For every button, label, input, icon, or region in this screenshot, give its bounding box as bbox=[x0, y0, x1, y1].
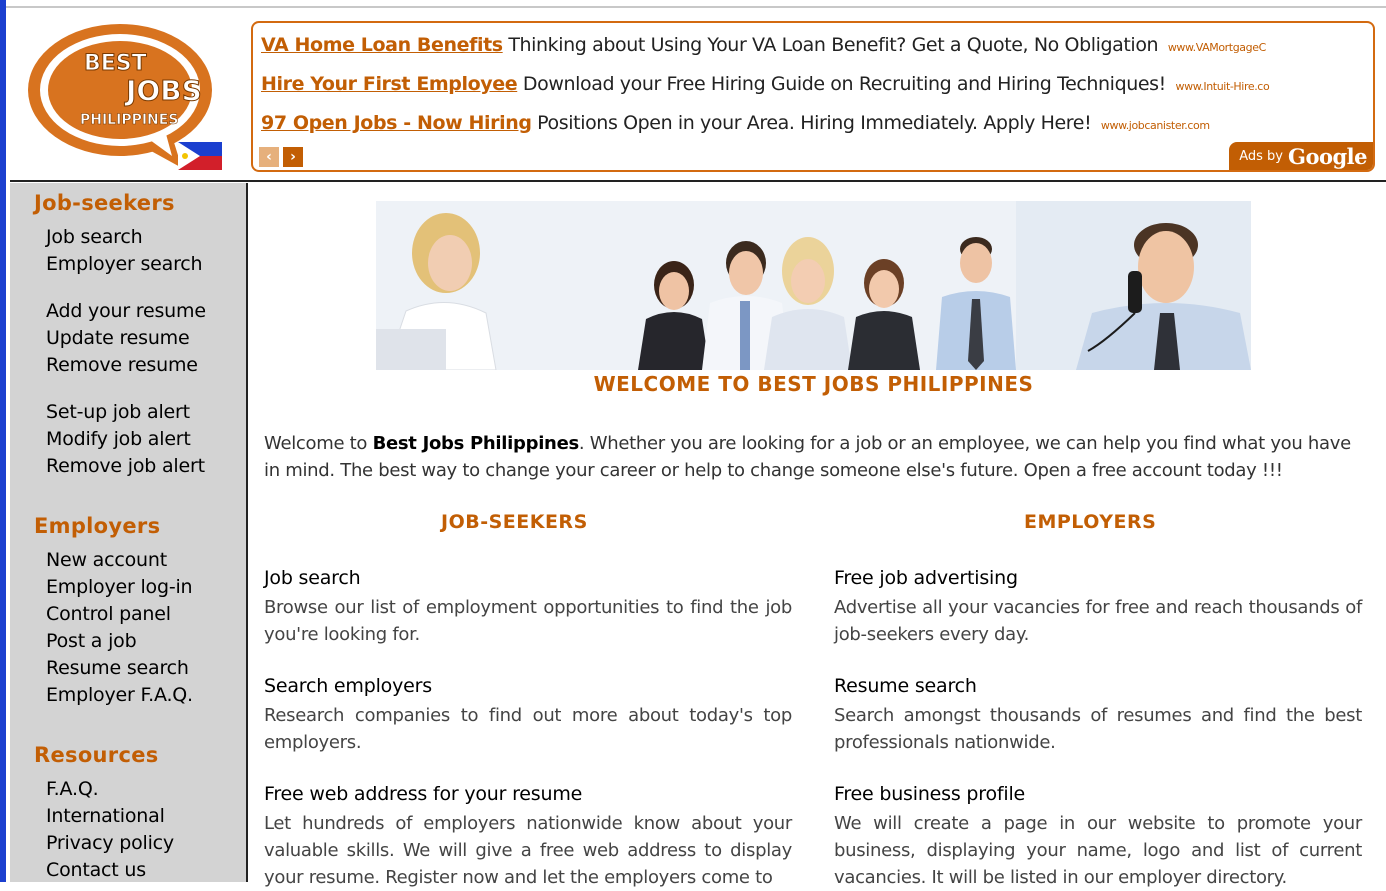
ad-item[interactable]: VA Home Loan Benefits Thinking about Usi… bbox=[261, 34, 1266, 60]
sidebar-item-new-account[interactable]: New account bbox=[46, 549, 167, 571]
business-people-photo-icon bbox=[376, 201, 1251, 370]
intro-paragraph: Welcome to Best Jobs Philippines. Whethe… bbox=[264, 430, 1364, 484]
sidebar-item-employer-search[interactable]: Employer search bbox=[46, 253, 203, 275]
sidebar-item-remove-resume[interactable]: Remove resume bbox=[46, 354, 198, 376]
sidebar-item-faq[interactable]: F.A.Q. bbox=[46, 778, 99, 800]
page-title: WELCOME TO BEST JOBS PHILIPPINES bbox=[593, 372, 1034, 396]
sidebar-heading-employers: Employers bbox=[34, 514, 161, 538]
feature-title-free-web-address[interactable]: Free web address for your resume bbox=[264, 783, 582, 805]
sidebar-item-setup-job-alert[interactable]: Set-up job alert bbox=[46, 401, 190, 423]
ad-text: Positions Open in your Area. Hiring Imme… bbox=[537, 112, 1092, 134]
feature-title-resume-search[interactable]: Resume search bbox=[834, 675, 977, 697]
logo-jobs: JOBS bbox=[124, 74, 202, 107]
ad-url-link[interactable]: www.jobcanister.com bbox=[1101, 119, 1210, 132]
ad-navigation: ‹ › bbox=[259, 147, 303, 167]
ads-by-label: Ads by bbox=[1239, 148, 1284, 164]
sidebar-item-post-job[interactable]: Post a job bbox=[46, 630, 137, 652]
sidebar-item-control-panel[interactable]: Control panel bbox=[46, 603, 171, 625]
ads-by-google-badge[interactable]: Ads by Google bbox=[1229, 142, 1373, 170]
chevron-right-icon[interactable]: › bbox=[283, 147, 303, 167]
feature-desc-free-business-profile: We will create a page in our website to … bbox=[834, 813, 1362, 888]
ad-url-link[interactable]: www.VAMortgageC bbox=[1168, 41, 1266, 54]
sidebar-item-international[interactable]: International bbox=[46, 805, 165, 827]
feature-desc-resume-search: Search amongst thousands of resumes and … bbox=[834, 705, 1362, 753]
sidebar-item-update-resume[interactable]: Update resume bbox=[46, 327, 190, 349]
philippine-flag-icon bbox=[178, 142, 222, 170]
ad-item[interactable]: 97 Open Jobs - Now Hiring Positions Open… bbox=[261, 112, 1210, 138]
site-logo[interactable]: BEST JOBS PHILIPPINES bbox=[22, 18, 232, 178]
sidebar-heading-jobseekers: Job-seekers bbox=[34, 191, 175, 215]
sidebar-heading-resources: Resources bbox=[34, 743, 159, 767]
top-border bbox=[0, 6, 1386, 8]
sidebar-nav: Job-seekers Job search Employer search A… bbox=[10, 183, 248, 882]
sidebar-item-resume-search[interactable]: Resume search bbox=[46, 657, 189, 679]
header-divider bbox=[10, 180, 1386, 182]
ad-text: Thinking about Using Your VA Loan Benefi… bbox=[508, 34, 1159, 56]
chevron-left-icon[interactable]: ‹ bbox=[259, 147, 279, 167]
feature-desc-free-job-advertising: Advertise all your vacancies for free an… bbox=[834, 597, 1362, 645]
feature-title-search-employers[interactable]: Search employers bbox=[264, 675, 432, 697]
feature-desc-job-search: Browse our list of employment opportunit… bbox=[264, 597, 792, 645]
sidebar-item-employer-login[interactable]: Employer log-in bbox=[46, 576, 193, 598]
feature-desc-free-web-address: Let hundreds of employers nationwide kno… bbox=[264, 813, 792, 888]
intro-text-pre: Welcome to bbox=[264, 433, 373, 454]
sidebar-item-remove-job-alert[interactable]: Remove job alert bbox=[46, 455, 205, 477]
feature-title-job-search[interactable]: Job search bbox=[264, 567, 361, 589]
google-wordmark: Google bbox=[1288, 143, 1367, 169]
sidebar-item-modify-job-alert[interactable]: Modify job alert bbox=[46, 428, 191, 450]
section-heading-employers: EMPLOYERS bbox=[1024, 511, 1157, 533]
ad-title-link[interactable]: 97 Open Jobs - Now Hiring bbox=[261, 112, 532, 134]
ad-item[interactable]: Hire Your First Employee Download your F… bbox=[261, 73, 1270, 99]
sidebar-item-privacy-policy[interactable]: Privacy policy bbox=[46, 832, 174, 854]
logo-best: BEST bbox=[84, 51, 147, 76]
speech-bubble-logo-icon: BEST JOBS PHILIPPINES bbox=[28, 24, 222, 170]
section-heading-jobseekers: JOB-SEEKERS bbox=[441, 511, 588, 533]
banner-image bbox=[376, 201, 1251, 370]
ad-text: Download your Free Hiring Guide on Recru… bbox=[522, 73, 1166, 95]
feature-desc-search-employers: Research companies to find out more abou… bbox=[264, 705, 792, 753]
sidebar-item-contact-us[interactable]: Contact us bbox=[46, 859, 146, 881]
window-left-edge bbox=[0, 0, 6, 882]
ad-url-link[interactable]: www.Intuit-Hire.co bbox=[1176, 80, 1270, 93]
logo-philippines: PHILIPPINES bbox=[80, 112, 178, 128]
google-ads-box: VA Home Loan Benefits Thinking about Usi… bbox=[251, 21, 1375, 172]
ad-title-link[interactable]: VA Home Loan Benefits bbox=[261, 34, 503, 56]
sidebar-item-add-resume[interactable]: Add your resume bbox=[46, 300, 206, 322]
ad-title-link[interactable]: Hire Your First Employee bbox=[261, 73, 518, 95]
sidebar-item-employer-faq[interactable]: Employer F.A.Q. bbox=[46, 684, 193, 706]
sidebar-item-job-search[interactable]: Job search bbox=[46, 226, 143, 248]
feature-title-free-job-advertising[interactable]: Free job advertising bbox=[834, 567, 1018, 589]
intro-brand: Best Jobs Philippines bbox=[372, 433, 580, 454]
feature-title-free-business-profile[interactable]: Free business profile bbox=[834, 783, 1025, 805]
